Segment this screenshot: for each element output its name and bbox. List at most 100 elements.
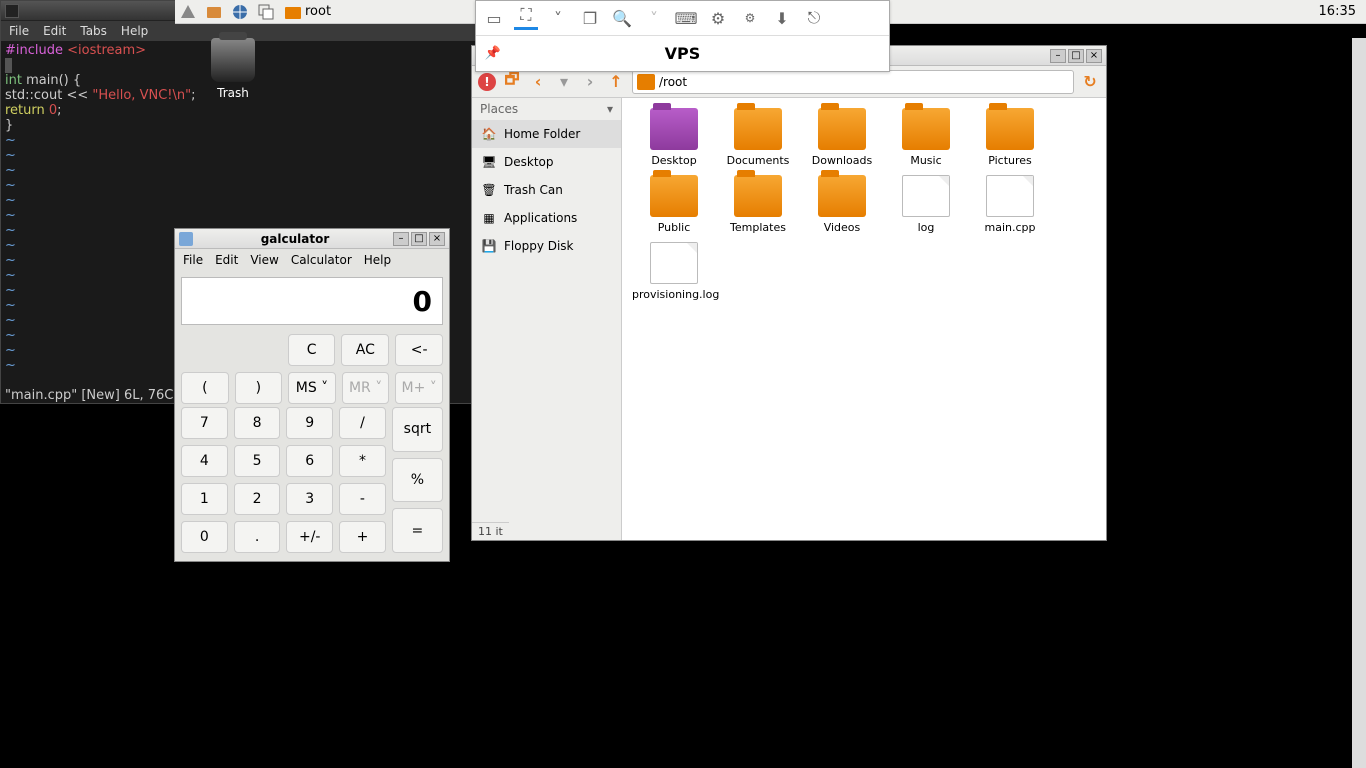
gear-icon[interactable]: ⚙ — [706, 6, 730, 30]
sidebar-item-floppy-disk[interactable]: 💾Floppy Disk — [472, 232, 621, 260]
history-dropdown[interactable]: ▾ — [554, 72, 574, 92]
up-button[interactable]: ↑ — [606, 72, 626, 92]
sidebar-item-applications[interactable]: ▦Applications — [472, 204, 621, 232]
show-desktop-button[interactable] — [253, 1, 279, 23]
alert-icon[interactable]: ! — [478, 73, 496, 91]
file-item-music[interactable]: Music — [884, 108, 968, 167]
file-item-documents[interactable]: Documents — [716, 108, 800, 167]
key-9[interactable]: 9 — [286, 407, 333, 439]
chevron-down-icon[interactable]: ˅ — [546, 6, 570, 30]
menubar: File Edit View Calculator Help — [175, 249, 449, 271]
sidebar-header[interactable]: Places▾ — [472, 98, 621, 120]
key-4[interactable]: 4 — [181, 445, 228, 477]
start-menu-button[interactable] — [175, 1, 201, 23]
file-item-downloads[interactable]: Downloads — [800, 108, 884, 167]
window-icon[interactable]: ▭ — [482, 6, 506, 30]
menu-edit[interactable]: Edit — [215, 253, 238, 267]
menu-file[interactable]: File — [183, 253, 203, 267]
key-op[interactable]: - — [339, 483, 386, 515]
paren-close-button[interactable]: ) — [235, 372, 283, 404]
key-op[interactable]: . — [234, 521, 281, 553]
menu-edit[interactable]: Edit — [43, 24, 66, 38]
menu-tabs[interactable]: Tabs — [80, 24, 107, 38]
sidebar-item-label: Floppy Disk — [504, 239, 574, 253]
browser-launcher[interactable] — [227, 1, 253, 23]
file-label: log — [884, 221, 968, 234]
minimize-button[interactable]: – — [393, 232, 409, 246]
clock[interactable]: 16:35 — [1309, 4, 1366, 19]
keyboard-icon[interactable]: ⌨ — [674, 6, 698, 30]
sidebar-item-trash-can[interactable]: 🗑Trash Can — [472, 176, 621, 204]
file-manager-launcher[interactable] — [201, 1, 227, 23]
key-5[interactable]: 5 — [234, 445, 281, 477]
key-3[interactable]: 3 — [286, 483, 333, 515]
scrollbar[interactable] — [1352, 38, 1366, 768]
sidebar-item-desktop[interactable]: 🖥Desktop — [472, 148, 621, 176]
sidebar-item-label: Home Folder — [504, 127, 580, 141]
file-item-provisioning-log[interactable]: provisioning.log — [632, 242, 716, 301]
all-clear-button[interactable]: AC — [341, 334, 389, 366]
close-button[interactable]: × — [429, 232, 445, 246]
home-icon[interactable] — [637, 74, 655, 90]
file-item-public[interactable]: Public — [632, 175, 716, 234]
pin-icon[interactable]: 📌 — [476, 46, 510, 61]
menu-view[interactable]: View — [250, 253, 278, 267]
file-item-videos[interactable]: Videos — [800, 175, 884, 234]
file-item-templates[interactable]: Templates — [716, 175, 800, 234]
clear-button[interactable]: C — [288, 334, 336, 366]
file-item-main-cpp[interactable]: main.cpp — [968, 175, 1052, 234]
key-sqrt[interactable]: sqrt — [392, 407, 443, 452]
key-percent[interactable]: % — [392, 458, 443, 503]
file-label: main.cpp — [968, 221, 1052, 234]
file-item-pictures[interactable]: Pictures — [968, 108, 1052, 167]
key-opopop[interactable]: +/- — [286, 521, 333, 553]
file-label: Pictures — [968, 154, 1052, 167]
path-input[interactable] — [659, 75, 1069, 89]
key-2[interactable]: 2 — [234, 483, 281, 515]
key-op[interactable]: * — [339, 445, 386, 477]
memory-add-button[interactable]: M+ ˅ — [395, 372, 443, 404]
backspace-button[interactable]: <- — [395, 334, 443, 366]
paren-open-button[interactable]: ( — [181, 372, 229, 404]
key-op[interactable]: + — [339, 521, 386, 553]
menu-file[interactable]: File — [9, 24, 29, 38]
file-item-log[interactable]: log — [884, 175, 968, 234]
download-icon[interactable]: ⬇ — [770, 6, 794, 30]
close-button[interactable]: × — [1086, 49, 1102, 63]
status-bar: 11 it — [472, 522, 509, 540]
menu-help[interactable]: Help — [121, 24, 148, 38]
key-1[interactable]: 1 — [181, 483, 228, 515]
settings-small-icon[interactable]: ⚙ — [738, 6, 762, 30]
key-equals[interactable]: = — [392, 508, 443, 553]
fullscreen-icon[interactable]: ⛶ — [514, 6, 538, 30]
vnc-toolbar: ▭ ⛶ ˅ ❐ 🔍 ˅ ⌨ ⚙ ⚙ ⬇ ⎋ 📌 VPS — [475, 0, 890, 72]
menu-calculator[interactable]: Calculator — [291, 253, 352, 267]
minimize-button[interactable]: – — [1050, 49, 1066, 63]
calculator-window: galculator – □ × File Edit View Calculator H… — [174, 228, 450, 562]
key-op[interactable]: / — [339, 407, 386, 439]
memory-recall-button[interactable]: MR ˅ — [342, 372, 390, 404]
key-8[interactable]: 8 — [234, 407, 281, 439]
trash-icon: 🗑 — [480, 181, 498, 199]
back-button[interactable]: ‹ — [528, 72, 548, 92]
maximize-button[interactable]: □ — [411, 232, 427, 246]
key-7[interactable]: 7 — [181, 407, 228, 439]
memory-store-button[interactable]: MS ˅ — [288, 372, 336, 404]
chevron-down-icon[interactable]: ˅ — [642, 6, 666, 30]
forward-button[interactable]: › — [580, 72, 600, 92]
maximize-button[interactable]: □ — [1068, 49, 1084, 63]
sidebar-item-home-folder[interactable]: 🏠Home Folder — [472, 120, 621, 148]
titlebar[interactable]: galculator – □ × — [175, 229, 449, 249]
file-grid[interactable]: DesktopDocumentsDownloadsMusicPictures Pu… — [622, 98, 1106, 540]
go-button[interactable]: ↻ — [1080, 72, 1100, 92]
file-item-desktop[interactable]: Desktop — [632, 108, 716, 167]
new-tab-button[interactable]: 🗗 — [502, 72, 522, 92]
multi-window-icon[interactable]: ❐ — [578, 6, 602, 30]
folder-icon — [650, 175, 698, 217]
key-6[interactable]: 6 — [286, 445, 333, 477]
disconnect-icon[interactable]: ⎋ — [802, 6, 826, 30]
zoom-icon[interactable]: 🔍 — [610, 6, 634, 30]
taskbar-task-filemanager[interactable]: root — [279, 1, 337, 23]
menu-help[interactable]: Help — [364, 253, 391, 267]
key-0[interactable]: 0 — [181, 521, 228, 553]
